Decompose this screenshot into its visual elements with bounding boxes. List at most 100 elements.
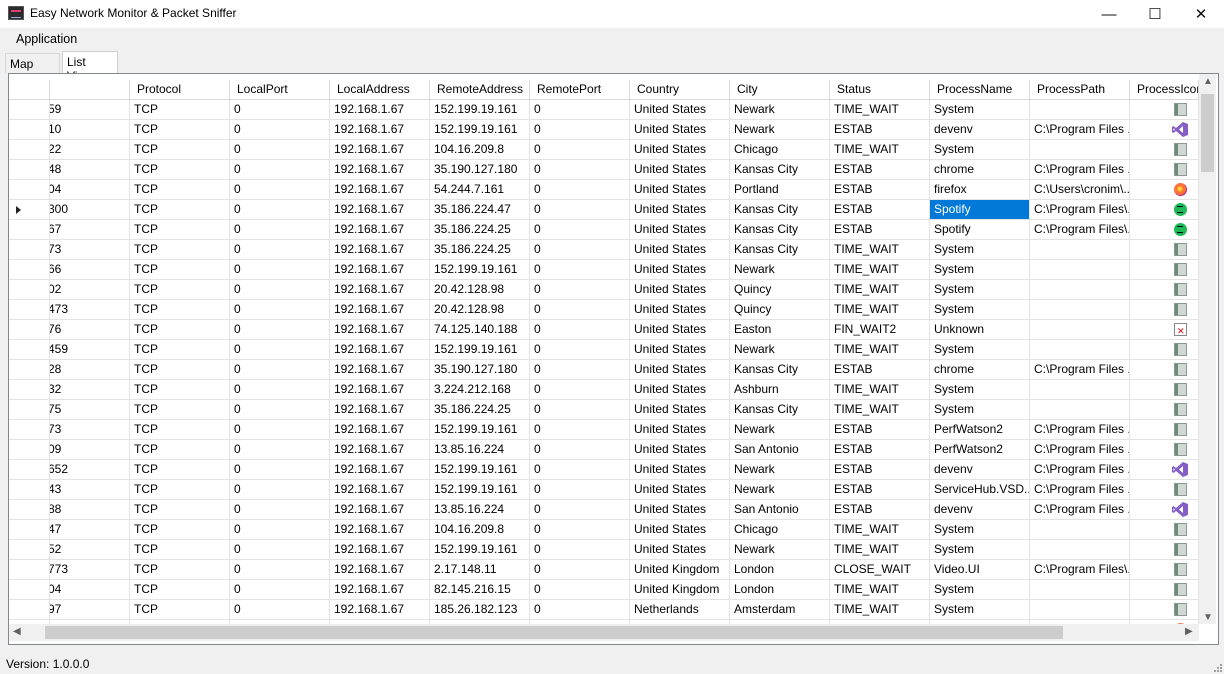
cell-remote-address[interactable]: 152.199.19.161	[430, 340, 530, 360]
cell-local-address[interactable]: 192.168.1.67	[330, 120, 430, 140]
cell-process-name[interactable]: PerfWatson2	[930, 420, 1030, 440]
cell-local-address[interactable]: 192.168.1.67	[330, 340, 430, 360]
cell-protocol[interactable]: TCP	[130, 460, 230, 480]
row-header[interactable]	[9, 600, 50, 620]
cell-country[interactable]: United States	[630, 260, 730, 280]
cell-id[interactable]: 73	[50, 240, 130, 260]
cell-city[interactable]: Chicago	[730, 140, 830, 160]
cell-remote-address[interactable]: 152.199.19.161	[430, 260, 530, 280]
cell-local-address[interactable]: 192.168.1.67	[330, 360, 430, 380]
cell-process-name[interactable]: devenv	[930, 120, 1030, 140]
cell-process-path[interactable]: C:\Program Files ...	[1030, 120, 1130, 140]
cell-process-icon[interactable]	[1130, 160, 1199, 180]
cell-process-icon[interactable]	[1130, 540, 1199, 560]
table-row[interactable]: 773 TCP 0 192.168.1.67 2.17.148.11 0 United Ki…	[9, 560, 1199, 580]
cell-remote-address[interactable]: 185.26.182.123	[430, 600, 530, 620]
cell-local-address[interactable]: 192.168.1.67	[330, 580, 430, 600]
cell-remote-address[interactable]: 35.186.224.25	[430, 400, 530, 420]
table-row[interactable]: 04TCP0192.168.1.6782.145.216.150United K…	[9, 580, 1199, 600]
cell-status[interactable]: ESTAB	[830, 440, 930, 460]
cell-status[interactable]: TIME_WAIT	[830, 140, 930, 160]
cell-process-icon[interactable]	[1130, 240, 1199, 260]
cell-process-path[interactable]	[1030, 260, 1130, 280]
cell-remote-port[interactable]: 0	[530, 180, 630, 200]
cell-protocol[interactable]: TCP	[130, 100, 230, 120]
cell-local-address[interactable]: 192.168.1.67	[330, 520, 430, 540]
cell-process-icon[interactable]	[1130, 260, 1199, 280]
cell-country[interactable]: United States	[630, 120, 730, 140]
cell-city[interactable]: Ashburn	[730, 380, 830, 400]
cell-local-port[interactable]: 0	[230, 500, 330, 520]
cell-protocol[interactable]: TCP	[130, 420, 230, 440]
cell-process-path[interactable]: C:\Users\cronim\...	[1030, 180, 1130, 200]
cell-status[interactable]: TIME_WAIT	[830, 280, 930, 300]
cell-protocol[interactable]: TCP	[130, 400, 230, 420]
row-header[interactable]	[9, 460, 50, 480]
row-header[interactable]	[9, 480, 50, 500]
cell-process-name[interactable]: System	[930, 300, 1030, 320]
cell-process-path[interactable]: C:\Program Files\...	[1030, 220, 1130, 240]
cell-city[interactable]: Kansas City	[730, 200, 830, 220]
cell-id[interactable]: 97	[50, 600, 130, 620]
cell-status[interactable]: TIME_WAIT	[830, 240, 930, 260]
cell-remote-port[interactable]: 0	[530, 360, 630, 380]
cell-local-address[interactable]: 192.168.1.67	[330, 220, 430, 240]
table-row[interactable]: 32TCP0192.168.1.673.224.212.1680United S…	[9, 380, 1199, 400]
cell-local-port[interactable]: 0	[230, 120, 330, 140]
column-header-process-name[interactable]: ProcessName	[930, 80, 1030, 100]
cell-process-path[interactable]: C:\Program Files\...	[1030, 200, 1130, 220]
cell-process-icon[interactable]	[1130, 380, 1199, 400]
cell-city[interactable]: Newark	[730, 120, 830, 140]
row-header[interactable]	[9, 220, 50, 240]
header-corner[interactable]	[9, 80, 50, 100]
row-header[interactable]	[9, 560, 50, 580]
cell-country[interactable]: United States	[630, 460, 730, 480]
cell-country[interactable]: United States	[630, 340, 730, 360]
cell-process-icon[interactable]	[1130, 440, 1199, 460]
cell-city[interactable]: Portland	[730, 180, 830, 200]
cell-status[interactable]: FIN_WAIT2	[830, 320, 930, 340]
cell-process-name[interactable]: System	[930, 240, 1030, 260]
tab-list-view[interactable]: List View	[62, 51, 118, 83]
cell-process-name[interactable]: Spotify	[930, 220, 1030, 240]
cell-status[interactable]: TIME_WAIT	[830, 600, 930, 620]
cell-local-port[interactable]: 0	[230, 540, 330, 560]
row-header[interactable]	[9, 420, 50, 440]
cell-local-address[interactable]: 192.168.1.67	[330, 480, 430, 500]
cell-process-name[interactable]: Spotify	[930, 200, 1030, 220]
cell-process-path[interactable]	[1030, 540, 1130, 560]
table-row[interactable]: 02TCP0192.168.1.6720.42.128.980United St…	[9, 280, 1199, 300]
column-header-city[interactable]: City	[730, 80, 830, 100]
cell-status[interactable]: TIME_WAIT	[830, 260, 930, 280]
cell-process-icon[interactable]	[1130, 280, 1199, 300]
cell-process-icon[interactable]	[1130, 180, 1199, 200]
table-row[interactable]: 47TCP0192.168.1.67104.16.209.80United St…	[9, 520, 1199, 540]
table-row[interactable]: 66TCP0192.168.1.67152.199.19.1610United …	[9, 260, 1199, 280]
table-row[interactable]: 48TCP0192.168.1.6735.190.127.1800United …	[9, 160, 1199, 180]
column-header-process-icon[interactable]: ProcessIcon	[1130, 80, 1199, 100]
cell-country[interactable]: United States	[630, 100, 730, 120]
cell-process-path[interactable]	[1030, 140, 1130, 160]
cell-status[interactable]: ESTAB	[830, 180, 930, 200]
vertical-scrollbar[interactable]: ▲ ▼	[1199, 74, 1216, 624]
cell-remote-port[interactable]: 0	[530, 440, 630, 460]
table-row[interactable]: 73TCP0192.168.1.67152.199.19.1610United …	[9, 420, 1199, 440]
cell-country[interactable]: United States	[630, 160, 730, 180]
cell-city[interactable]: Newark	[730, 340, 830, 360]
cell-remote-address[interactable]: 82.145.216.15	[430, 580, 530, 600]
cell-process-path[interactable]	[1030, 340, 1130, 360]
cell-local-port[interactable]: 0	[230, 220, 330, 240]
cell-local-address[interactable]: 192.168.1.67	[330, 280, 430, 300]
cell-id[interactable]: 300	[50, 200, 130, 220]
row-header[interactable]	[9, 380, 50, 400]
cell-local-address[interactable]: 192.168.1.67	[330, 420, 430, 440]
cell-remote-address[interactable]: 35.186.224.25	[430, 220, 530, 240]
cell-status[interactable]: ESTAB	[830, 500, 930, 520]
cell-process-path[interactable]: C:\Program Files ...	[1030, 360, 1130, 380]
cell-country[interactable]: United States	[630, 140, 730, 160]
cell-status[interactable]: ESTAB	[830, 460, 930, 480]
cell-remote-address[interactable]: 13.85.16.224	[430, 500, 530, 520]
cell-remote-address[interactable]: 20.42.128.98	[430, 300, 530, 320]
cell-remote-address[interactable]: 104.16.209.8	[430, 140, 530, 160]
cell-remote-address[interactable]: 2.17.148.11	[430, 560, 530, 580]
